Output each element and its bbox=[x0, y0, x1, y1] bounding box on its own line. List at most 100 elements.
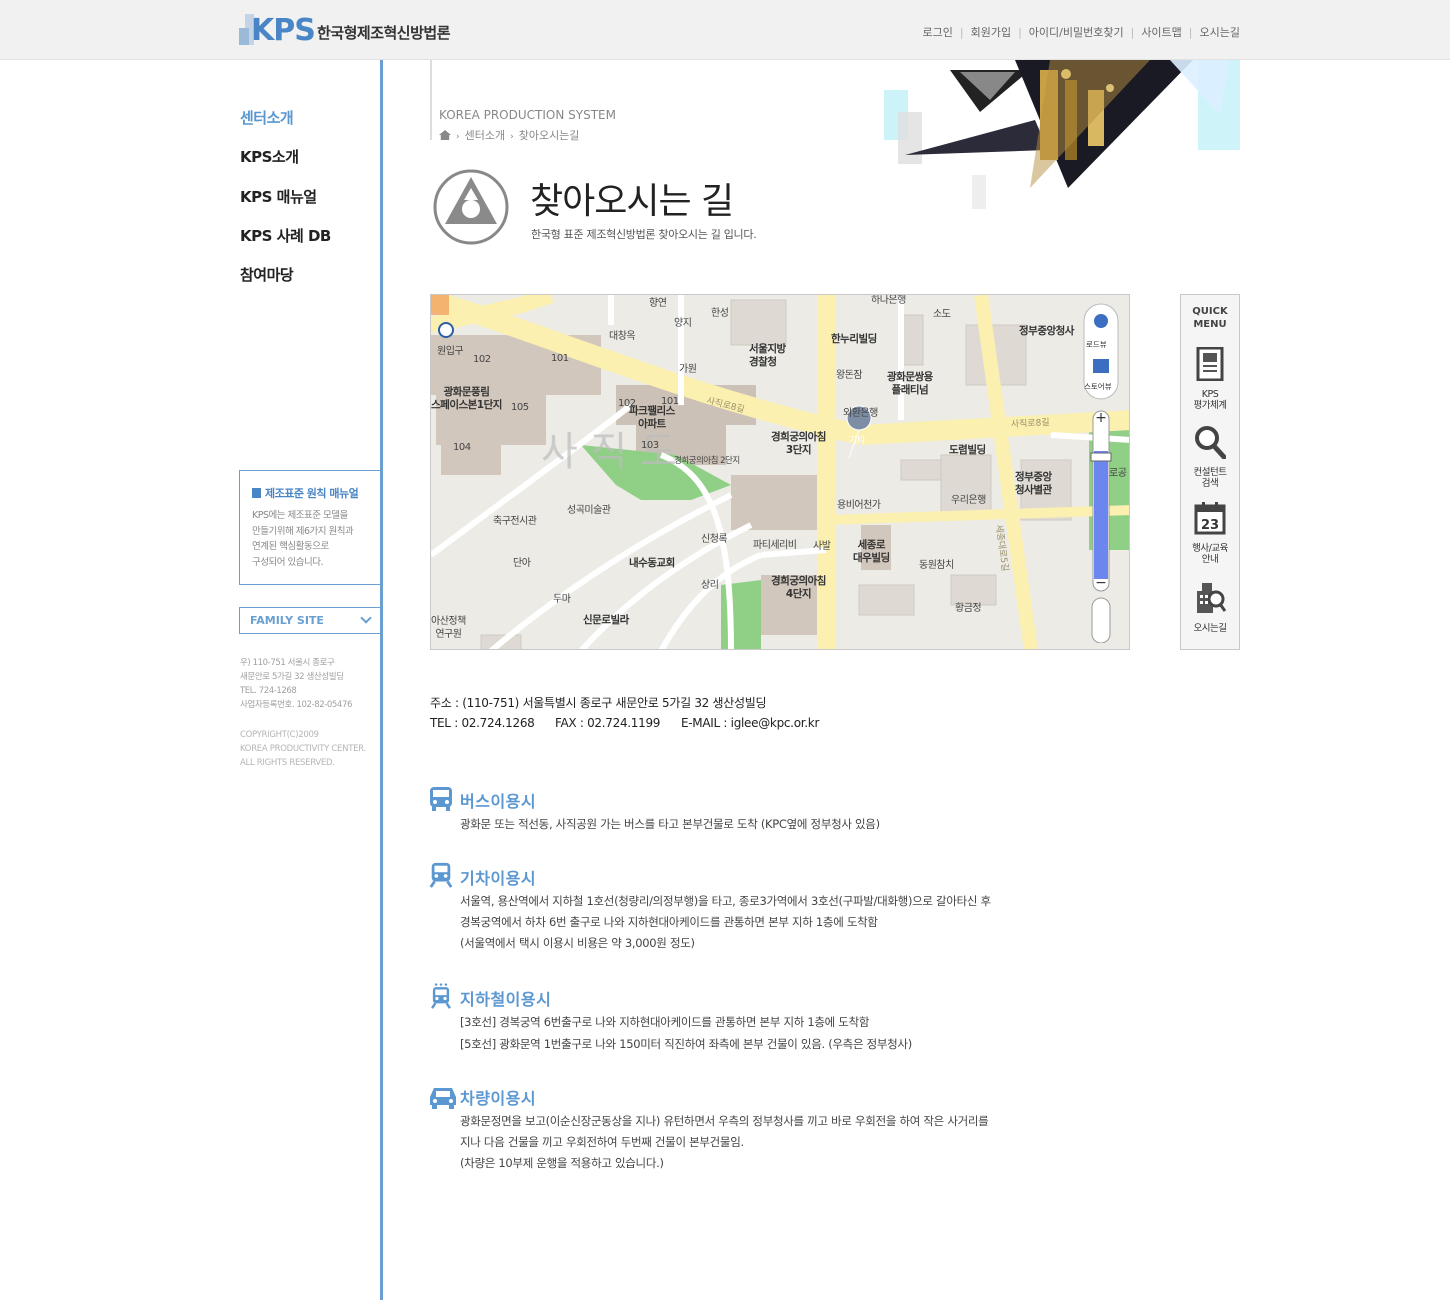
page-subtitle: 한국형 표준 제조혁신방법론 찾아오시는 길 입니다. bbox=[531, 228, 757, 241]
svg-text:사 직 도: 사 직 도 bbox=[541, 429, 677, 475]
logo-name: 한국형제조혁신방법론 bbox=[317, 24, 451, 42]
section-text: (서울역에서 택시 이용시 비용은 약 3,000원 정도) bbox=[460, 936, 695, 950]
header-divider bbox=[430, 60, 432, 140]
calendar-badge: 23 bbox=[1201, 518, 1219, 533]
sidebar-item-kps-manual[interactable]: KPS 매뉴얼 bbox=[240, 186, 317, 207]
section-text: 지나 다음 건물을 끼고 우회전하여 두번째 건물이 본부건물임. bbox=[460, 1135, 744, 1149]
map-label: 성곡미술관 bbox=[567, 505, 611, 516]
location-map[interactable]: 사직로8길 사직로8길 세종대로5길 기타 사 직 도 향연 한성 하나은행 소… bbox=[430, 294, 1130, 650]
footer-copyright: COPYRIGHT(C)2009 KOREA PRODUCTIVITY CENT… bbox=[240, 730, 366, 768]
top-nav: 로그인 | 회원가입 | 아이디/비밀번호찾기 | 사이트맵 | 오시는길 bbox=[922, 26, 1241, 39]
map-label: 황금정 bbox=[955, 603, 982, 614]
quick-item-events[interactable]: 23 행사/교육 안내 bbox=[1181, 501, 1239, 565]
svg-text:사직로8길: 사직로8길 bbox=[1011, 417, 1050, 430]
map-label: 축구전시관 bbox=[493, 516, 537, 527]
map-label: 동원참치 bbox=[919, 560, 954, 571]
page-title: 찾아오시는 길 bbox=[530, 181, 734, 222]
section-text: (차량은 10부제 운행을 적용하고 있습니다.) bbox=[460, 1156, 664, 1170]
map-label: 102 bbox=[473, 354, 491, 365]
manual-description: KPS에는 제조표준 모델을 만들기위해 제6가지 원칙과 연계된 핵심활동으로… bbox=[252, 510, 354, 568]
map-label: 두마 bbox=[553, 594, 571, 605]
family-site-select[interactable]: FAMILY SITE bbox=[239, 607, 380, 634]
system-label: KOREA PRODUCTION SYSTEM bbox=[439, 108, 616, 122]
map-label: 사발 bbox=[813, 541, 831, 552]
map-controls: + − 로드뷰 스토어뷰 bbox=[1083, 303, 1119, 644]
section-title-subway: 지하철이용시 bbox=[460, 990, 552, 1009]
map-label: 우리은행 bbox=[951, 495, 986, 506]
nav-join[interactable]: 회원가입 bbox=[971, 26, 1011, 39]
map-label: 왕돈잠 bbox=[836, 370, 863, 381]
map-label: 외환은행 bbox=[843, 408, 878, 419]
chevron-down-icon bbox=[360, 612, 372, 624]
section-title-train: 기차이용시 bbox=[460, 869, 537, 888]
section-title-car: 차량이용시 bbox=[460, 1089, 537, 1108]
sidebar-item-participation[interactable]: 참여마당 bbox=[240, 264, 294, 285]
contact-fax: FAX : 02.724.1199 bbox=[555, 716, 661, 730]
section-text: 광화문 또는 적선동, 사직공원 가는 버스를 타고 본부건물로 도착 (KPC… bbox=[460, 817, 880, 831]
map-label: 광화문쌍용 플래티넘 bbox=[887, 371, 933, 396]
building-map-icon bbox=[1197, 583, 1227, 613]
manual-banner[interactable]: 제조표준 원칙 매뉴얼 KPS에는 제조표준 모델을 만들기위해 제6가지 원칙… bbox=[239, 470, 380, 585]
zoom-out-button[interactable] bbox=[1092, 573, 1110, 589]
breadcrumb-item[interactable]: 센터소개 bbox=[465, 129, 505, 142]
map-label: 서울지방 경찰청 bbox=[749, 343, 786, 368]
map-label: 도렴빌딩 bbox=[949, 444, 986, 456]
map-label: 정부중앙청사 bbox=[1019, 325, 1074, 337]
nav-directions[interactable]: 오시는길 bbox=[1200, 26, 1240, 39]
calendar-icon: 23 bbox=[1194, 502, 1226, 535]
zoom-in-button[interactable] bbox=[1092, 411, 1110, 425]
sidebar-item-kps-intro[interactable]: KPS소개 bbox=[240, 146, 299, 167]
breadcrumb: › 센터소개 › 찾아오시는길 bbox=[439, 127, 579, 143]
nav-find-id[interactable]: 아이디/비밀번호찾기 bbox=[1029, 26, 1124, 39]
map-label: 광화문풍림 스페이스본1단지 bbox=[431, 386, 502, 411]
map-label: 단아 bbox=[513, 558, 531, 569]
magnifier-icon bbox=[1195, 426, 1227, 460]
storeview-button[interactable]: 스토어뷰 bbox=[1084, 381, 1112, 392]
map-label: 소도 bbox=[933, 309, 951, 320]
car-icon bbox=[430, 1088, 456, 1109]
breadcrumb-current: 찾아오시는길 bbox=[518, 129, 580, 142]
site-logo[interactable]: KPS 한국형제조혁신방법론 bbox=[239, 10, 469, 50]
sidebar-item-kps-case-db[interactable]: KPS 사례 DB bbox=[240, 225, 331, 246]
map-label: 원입구 bbox=[437, 346, 464, 357]
manual-title: 제조표준 원칙 매뉴얼 bbox=[265, 487, 359, 500]
contact-tel: TEL : 02.724.1268 bbox=[430, 716, 535, 730]
section-title-bus: 버스이용시 bbox=[460, 792, 537, 811]
book-icon bbox=[252, 488, 261, 498]
contact-address: 주소 : (110-751) 서울특별시 종로구 새문안로 5가길 32 생산성… bbox=[430, 696, 767, 710]
quick-item-evaluation[interactable]: KPS 평가체계 bbox=[1181, 346, 1239, 411]
map-label: 하나은행 bbox=[871, 295, 906, 306]
quick-item-label: KPS 평가체계 bbox=[1193, 389, 1227, 411]
train-icon bbox=[429, 862, 453, 888]
bus-icon bbox=[430, 787, 452, 811]
map-label: 101 bbox=[551, 353, 569, 364]
document-icon bbox=[1196, 346, 1224, 382]
sidebar-item-center[interactable]: 센터소개 bbox=[240, 107, 294, 128]
map-label: 가원 bbox=[679, 364, 697, 375]
section-text: 서울역, 용산역에서 지하철 1호선(청량리/의정부행)을 타고, 종로3가역에… bbox=[460, 894, 991, 908]
map-label: 파티세리비 bbox=[753, 540, 797, 551]
map-label: 경희궁의아침 4단지 bbox=[771, 575, 826, 600]
logo-text: KPS bbox=[251, 13, 316, 48]
quick-item-label: 오시는길 bbox=[1193, 623, 1227, 634]
map-label: 신청록 bbox=[701, 534, 728, 545]
sidebar-divider bbox=[380, 60, 383, 1300]
quick-item-label: 컨설턴트 검색 bbox=[1193, 467, 1227, 489]
roadview-button[interactable]: 로드뷰 bbox=[1086, 339, 1107, 350]
home-icon[interactable] bbox=[439, 130, 451, 140]
nav-sitemap[interactable]: 사이트맵 bbox=[1141, 26, 1181, 39]
map-label: 105 bbox=[511, 402, 529, 413]
footer-address: 우) 110-751 서울시 종로구 새문안로 5가길 32 생산성빌딩 TEL… bbox=[240, 658, 352, 710]
map-label: 대창옥 bbox=[609, 331, 636, 342]
map-label: 아산정책 연구원 bbox=[431, 616, 466, 640]
family-site-label: FAMILY SITE bbox=[250, 614, 324, 627]
map-label: 향연 bbox=[649, 298, 667, 309]
map-label: 신문로빌라 bbox=[583, 614, 629, 626]
nav-login[interactable]: 로그인 bbox=[923, 26, 953, 39]
map-label: 103 bbox=[641, 440, 659, 451]
map-label: 용비어천가 bbox=[837, 500, 881, 511]
quick-item-consultant[interactable]: 컨설턴트 검색 bbox=[1181, 425, 1239, 489]
quick-menu-title: QUICK MENU bbox=[1192, 306, 1228, 330]
quick-item-directions[interactable]: 오시는길 bbox=[1181, 581, 1239, 634]
zoom-slider-handle[interactable] bbox=[1092, 453, 1110, 461]
